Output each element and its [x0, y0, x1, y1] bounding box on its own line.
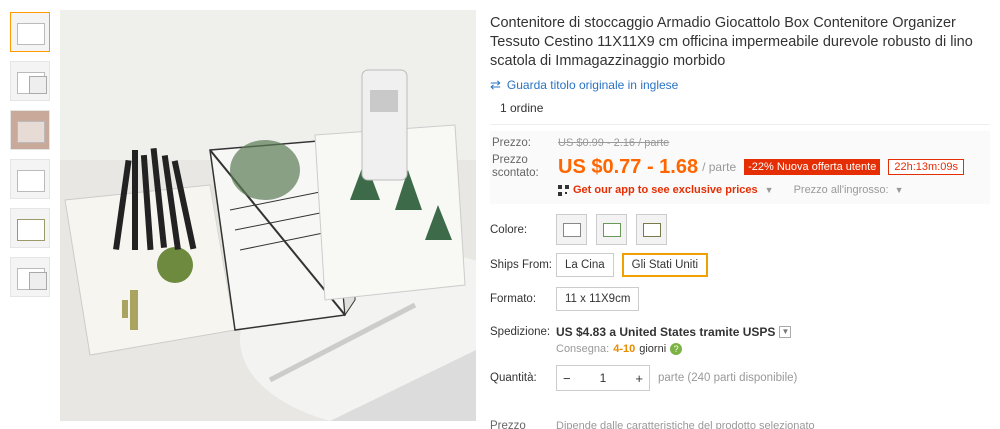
discounted-price: US $0.77 - 1.68 [558, 155, 699, 178]
price-unit: / parte [702, 160, 737, 174]
wholesale-price-dropdown[interactable]: Prezzo all'ingrosso: ▼ [794, 184, 904, 196]
product-image[interactable] [60, 10, 476, 421]
discount-price-label: Prezzo scontato: [492, 154, 539, 179]
format-label: Formato: [490, 293, 537, 305]
chevron-down-icon: ▼ [764, 185, 774, 195]
shipping-info: US $4.83 a United States tramite USPS [556, 325, 776, 339]
color-swatch-grey-box[interactable] [556, 214, 587, 245]
delivery-days: 4-10 [613, 343, 636, 355]
app-price-link[interactable]: Get our app to see exclusive prices ▼ [558, 184, 774, 196]
footnote-text: Dipende dalle caratteristiche del prodot… [556, 420, 815, 429]
translate-link[interactable]: ⇄ Guarda titolo originale in inglese [490, 77, 990, 93]
delivery-prefix: Consegna: [556, 343, 610, 355]
thumbnail-2[interactable] [10, 61, 50, 101]
translate-icon: ⇄ [490, 77, 501, 92]
countdown-timer: 22h:13m:09s [888, 159, 964, 175]
thumbnail-6[interactable] [10, 257, 50, 297]
ships-from-label: Ships From: [490, 259, 552, 271]
thumbnail-4[interactable] [10, 159, 50, 199]
thumbnail-5[interactable] [10, 208, 50, 248]
price-footnote: Prezzo Dipende dalle caratteristiche del… [490, 420, 815, 429]
app-price-link-label: Get our app to see exclusive prices [573, 184, 758, 196]
delivery-estimate: Consegna: 4-10 giorni ? [556, 343, 990, 355]
quantity-label: Quantità: [490, 372, 537, 384]
shipping-label: Spedizione: [490, 326, 551, 338]
cactus-box-icon [643, 223, 661, 237]
new-user-offer-badge: -22% Nuova offerta utente [744, 159, 881, 175]
delivery-suffix: giorni [639, 343, 667, 355]
help-icon[interactable]: ? [670, 343, 683, 355]
chevron-down-icon: ▼ [894, 185, 904, 195]
color-swatch-cactus-box[interactable] [636, 214, 667, 245]
price-label: Prezzo: [492, 137, 531, 149]
shipping-dropdown-icon[interactable]: ▼ [779, 326, 792, 338]
ships-from-china[interactable]: La Cina [556, 253, 614, 277]
translate-link-label: Guarda titolo originale in inglese [506, 78, 679, 92]
quantity-stepper: − 1 + [556, 365, 650, 391]
quantity-increase-button[interactable]: + [635, 371, 643, 386]
green-leaf-box-icon [603, 223, 621, 237]
thumbnail-3[interactable] [10, 110, 50, 150]
format-option[interactable]: 11 x 11X9cm [556, 287, 640, 311]
thumbnail-1[interactable] [10, 12, 50, 52]
original-price: US $0.99 - 2.16 / parte [558, 137, 670, 149]
quantity-decrease-button[interactable]: − [563, 371, 571, 386]
quantity-availability: parte (240 parti disponibile) [658, 372, 798, 384]
quantity-input[interactable]: 1 [600, 371, 607, 385]
price-box: Prezzo: US $0.99 - 2.16 / parte Prezzo s… [490, 131, 990, 204]
thumbnail-list [10, 12, 52, 306]
qr-code-icon [558, 184, 569, 196]
product-info: Contenitore di stoccaggio Armadio Giocat… [490, 14, 990, 391]
product-title: Contenitore di stoccaggio Armadio Giocat… [490, 15, 973, 69]
color-swatch-green-leaf-box[interactable] [596, 214, 627, 245]
color-label: Colore: [490, 223, 528, 236]
ships-from-usa[interactable]: Gli Stati Uniti [621, 253, 709, 277]
orders-count: 1 ordine [490, 101, 990, 125]
grey-box-icon [563, 223, 581, 237]
wholesale-price-label: Prezzo all'ingrosso: [793, 184, 889, 196]
footnote-label: Prezzo [490, 420, 526, 429]
